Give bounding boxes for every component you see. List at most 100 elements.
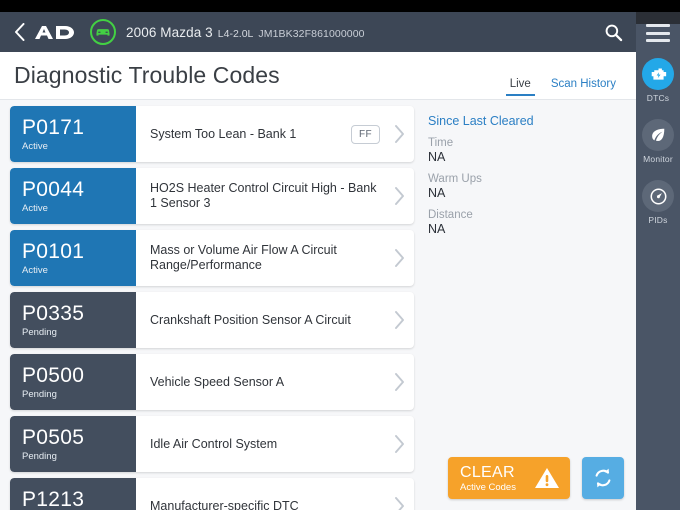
dtc-badge: P0101 Active [10,230,136,286]
clear-button-sub-label: Active Codes [460,481,516,493]
dtc-row[interactable]: P0101 Active Mass or Volume Air Flow A Cir… [10,230,414,286]
dtc-state: Active [22,202,48,214]
info-row-warm-ups: Warm Ups NA [428,173,608,200]
dtc-row-chevron[interactable] [384,292,414,348]
action-buttons: CLEAR Active Codes [448,457,624,499]
since-last-cleared-panel: Since Last Cleared Time NA Warm Ups NA D… [428,114,608,236]
rail-item-pids[interactable]: PIDs [642,180,674,225]
status-bar [0,0,680,12]
dtc-row-chevron[interactable] [384,168,414,224]
dtc-row[interactable]: P0171 Active System Too Lean - Bank 1 FF [10,106,414,162]
dtc-row[interactable]: P0335 Pending Crankshaft Position Sensor A… [10,292,414,348]
dtc-code: P0505 [22,425,85,449]
right-nav-rail: DTCs Monitor PIDs [636,12,680,510]
info-label-warm-ups: Warm Ups [428,173,482,185]
vehicle-info: 2006 Mazda 3 L4-2.0L JM1BK32F861000000 [126,25,365,40]
back-button[interactable] [8,19,30,45]
info-label-distance: Distance [428,209,473,221]
search-button[interactable] [600,19,626,45]
content-area: P0171 Active System Too Lean - Bank 1 FF P00… [0,100,636,510]
rail-label-monitor: Monitor [643,154,673,164]
dtc-badge: P0335 Pending [10,292,136,348]
chevron-right-icon [394,311,404,329]
vehicle-vin: JM1BK32F861000000 [258,27,365,40]
tab-live[interactable]: Live [500,78,541,100]
dtc-description: HO2S Heater Control Circuit High - Bank … [150,181,377,210]
dtc-description: Manufacturer-specific DTC [150,498,299,510]
chevron-right-icon [394,435,404,453]
chevron-left-icon [14,23,24,41]
info-value-time: NA [428,150,446,164]
tab-scan-history[interactable]: Scan History [541,78,626,100]
dtc-badge: P0500 Pending [10,354,136,410]
dtc-row[interactable]: P0044 Active HO2S Heater Control Circuit H… [10,168,414,224]
rail-icon-wrap-pids [642,180,674,212]
dtc-state: Pending [22,326,57,338]
title-bar: Diagnostic Trouble Codes Live Scan Histo… [0,52,636,100]
freeze-frame-badge[interactable]: FF [350,124,380,144]
dtc-code: P0171 [22,115,85,139]
refresh-icon [595,468,611,488]
diagnostic-trouble-codes-screen: 2006 Mazda 3 L4-2.0L JM1BK32F861000000 D… [0,0,680,510]
rail-icon-wrap-monitor [642,119,674,151]
chevron-right-icon [394,497,404,510]
rail-item-dtcs[interactable]: DTCs [642,58,674,103]
gauge-icon [650,188,666,204]
dtc-state: Active [22,140,48,152]
dtc-badge: P0044 Active [10,168,136,224]
info-value-distance: NA [428,222,446,236]
info-row-time: Time NA [428,137,608,164]
dtc-list: P0171 Active System Too Lean - Bank 1 FF P00… [10,106,414,510]
dtc-state: Pending [22,388,57,400]
dtc-row-chevron[interactable] [384,416,414,472]
car-icon [96,29,110,36]
dtc-row[interactable]: P0505 Pending Idle Air Control System [10,416,414,472]
chevron-right-icon [394,187,404,205]
chevron-right-icon [394,373,404,391]
refresh-button[interactable] [582,457,624,499]
rail-status-strip [636,12,680,24]
dtc-row-chevron[interactable] [384,354,414,410]
view-tabs: Live Scan History [500,52,626,99]
clear-active-codes-button[interactable]: CLEAR Active Codes [448,457,570,499]
rail-item-monitor[interactable]: Monitor [642,119,674,164]
clear-button-main-label: CLEAR [460,463,515,481]
hamburger-menu-icon[interactable] [646,24,670,42]
info-value-warm-ups: NA [428,186,446,200]
info-label-time: Time [428,137,454,149]
dtc-description: System Too Lean - Bank 1 [150,126,297,141]
rail-label-dtcs: DTCs [646,93,670,103]
dtc-code: P0335 [22,301,85,325]
dtc-row[interactable]: P1213Pending Manufacturer-specific DTC [10,478,414,510]
dtc-description: Crankshaft Position Sensor A Circuit [150,312,351,327]
since-last-cleared-title: Since Last Cleared [428,114,534,128]
rail-icon-wrap-dtcs [642,58,674,90]
engine-icon [651,68,666,80]
warning-triangle-icon [535,468,559,488]
leaf-icon [652,128,665,141]
ad-logo-icon [35,25,74,39]
dtc-row[interactable]: P0500 Pending Vehicle Speed Sensor A [10,354,414,410]
clear-button-text: CLEAR Active Codes [460,464,516,493]
dtc-badge: P0505 Pending [10,416,136,472]
dtc-description: Vehicle Speed Sensor A [150,374,285,389]
dtc-row-chevron[interactable] [384,478,414,510]
dtc-state: Active [22,264,48,276]
vehicle-engine: L4-2.0L [217,27,254,40]
dtc-badge: P1213Pending [10,478,136,510]
chevron-right-icon [394,125,404,143]
dtc-code: P0044 [22,177,85,201]
vehicle-avatar [90,19,116,45]
page-title: Diagnostic Trouble Codes [14,62,280,88]
chevron-right-icon [394,249,404,267]
dtc-description: Idle Air Control System [150,436,278,451]
search-icon [605,24,622,41]
dtc-row-chevron[interactable] [384,106,414,162]
brand-logo[interactable] [34,24,78,41]
rail-label-pids: PIDs [648,215,668,225]
dtc-description: Mass or Volume Air Flow A Circuit Range/… [150,243,337,272]
dtc-state: Pending [22,450,57,462]
info-row-distance: Distance NA [428,209,608,236]
app-header: 2006 Mazda 3 L4-2.0L JM1BK32F861000000 [0,12,636,52]
dtc-row-chevron[interactable] [384,230,414,286]
